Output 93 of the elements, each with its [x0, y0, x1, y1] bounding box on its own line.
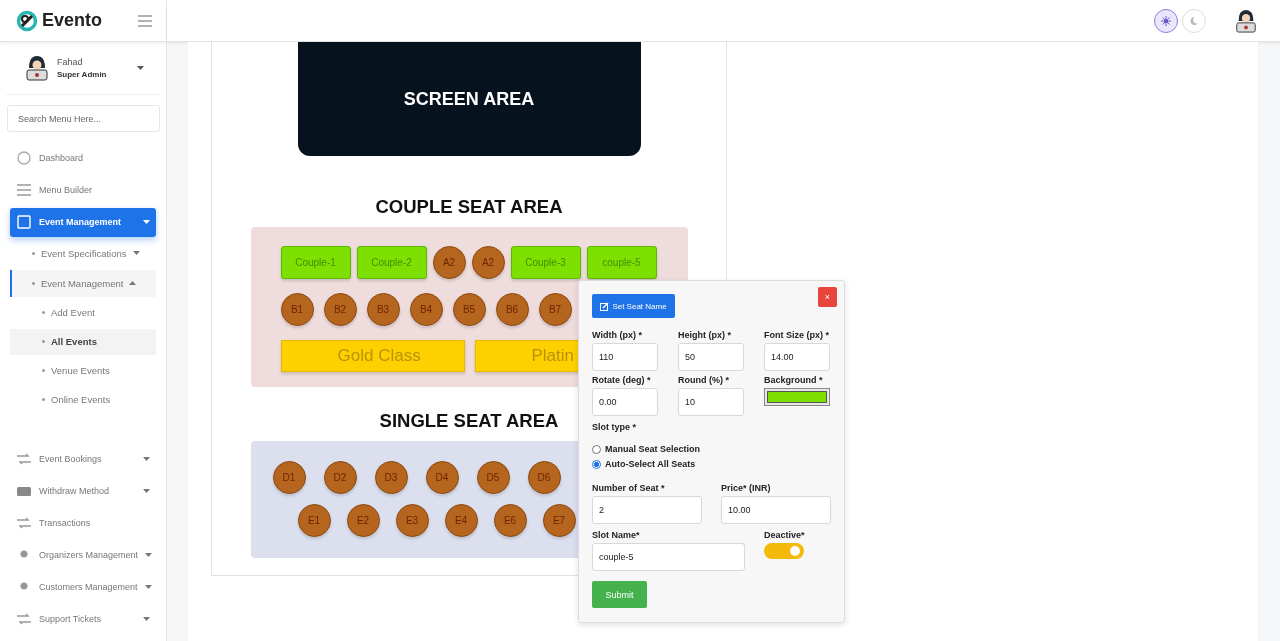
menu-item[interactable]: Customers Management [10, 572, 156, 601]
round-seat[interactable]: E2 [346, 504, 380, 537]
couple-seat[interactable]: Couple-1 [280, 246, 351, 279]
input-field[interactable]: 110 [592, 343, 658, 371]
brand-name: Evento [42, 10, 103, 31]
field-label: Number of Seat * [592, 483, 666, 493]
menu-item[interactable]: Event Management [10, 207, 156, 237]
round-seat[interactable]: D6 [527, 461, 561, 494]
round-seat[interactable]: B2 [323, 293, 357, 326]
menu-lines-icon [16, 183, 32, 197]
input-field[interactable]: 0.00 [592, 388, 658, 416]
round-seat[interactable]: B1 [280, 293, 314, 326]
radio-option[interactable]: Manual Seat Selection [592, 444, 831, 454]
couple-seat[interactable]: couple-5 [586, 246, 657, 279]
field-label: Background * [764, 375, 824, 385]
field-label: Deactive* [764, 530, 806, 540]
field-label: Slot Name* [592, 530, 641, 540]
input-field[interactable]: 10 [678, 388, 744, 416]
field-label: Height (px) * [678, 330, 732, 340]
avatar-icon [24, 54, 50, 82]
section-title: COUPLE SEAT AREA [375, 196, 563, 218]
bullet-icon [32, 251, 35, 255]
toggle-switch[interactable] [764, 543, 804, 559]
input-field[interactable]: 50 [678, 343, 744, 371]
bullet-icon [42, 311, 45, 314]
bullet-icon [42, 369, 45, 372]
menu-item[interactable]: Withdraw Method [10, 476, 156, 505]
round-seat[interactable]: B5 [452, 293, 486, 326]
round-seat[interactable]: D2 [323, 461, 357, 494]
round-seat[interactable]: B4 [409, 293, 443, 326]
round-seat[interactable]: D5 [476, 461, 510, 494]
dashboard-icon [16, 151, 32, 165]
input-field[interactable]: 10.00 [721, 496, 831, 524]
menu-item[interactable]: Event Bookings [10, 444, 156, 473]
round-seat[interactable]: B7 [538, 293, 572, 326]
round-seat[interactable]: A2 [471, 246, 505, 279]
menu-item[interactable]: Organizers Management [10, 540, 156, 569]
input-field[interactable]: 2 [592, 496, 702, 524]
input-field[interactable]: couple-5 [592, 543, 745, 571]
menu-item[interactable]: Menu Builder [10, 175, 156, 205]
close-button[interactable]: × [818, 287, 837, 307]
input-field[interactable]: 14.00 [764, 343, 830, 371]
radio-option[interactable]: Auto-Select All Seats [592, 459, 831, 469]
field-label: Round (%) * [678, 375, 730, 385]
submenu-item[interactable]: Add Event [10, 299, 156, 326]
couple-seat[interactable]: Couple-3 [510, 246, 581, 279]
round-seat[interactable]: E1 [297, 504, 331, 537]
caret-icon [132, 251, 140, 255]
menu-item[interactable]: Support Tickets [10, 604, 156, 633]
search-field[interactable]: Search Menu Here... [7, 105, 160, 132]
color-picker[interactable] [764, 388, 830, 406]
round-seat[interactable]: E6 [493, 504, 527, 537]
moon-icon [1189, 15, 1199, 26]
round-seat[interactable]: B3 [366, 293, 400, 326]
round-seat[interactable]: D4 [425, 461, 459, 494]
round-seat[interactable]: E3 [395, 504, 429, 537]
submenu-item[interactable]: Venue Events [10, 357, 156, 384]
submit-button[interactable]: Submit [592, 581, 647, 608]
round-seat[interactable]: D1 [272, 461, 306, 494]
set-seat-name-button[interactable]: Set Seat Name [592, 294, 675, 318]
bullet-icon [32, 281, 35, 285]
round-seat[interactable]: E7 [542, 504, 576, 537]
moon-toggle[interactable] [1182, 8, 1206, 33]
screen-area: SCREEN AREA [297, 42, 641, 156]
user-role: Super Admin [57, 70, 108, 79]
bullet-icon [42, 340, 45, 343]
submenu-item[interactable]: Event Management [10, 269, 156, 297]
caret-icon[interactable] [137, 66, 144, 70]
field-label: Price* (INR) [721, 483, 772, 493]
round-seat[interactable]: D3 [374, 461, 408, 494]
user-name: Fahad [57, 57, 84, 67]
field-label: Slot type * [592, 422, 637, 432]
submenu-item[interactable]: All Events [10, 328, 156, 355]
bullet-icon [42, 398, 45, 401]
round-seat[interactable]: E4 [444, 504, 478, 537]
menu-item[interactable]: Dashboard [10, 143, 156, 173]
field-label: Font Size (px) * [764, 330, 830, 340]
transfer-icon [16, 515, 32, 530]
field-label: Width (px) * [592, 330, 643, 340]
class-block[interactable]: Gold Class [280, 340, 465, 372]
menu-item[interactable]: Transactions [10, 508, 156, 537]
round-seat[interactable]: B6 [495, 293, 529, 326]
round-seat[interactable]: A2 [432, 246, 466, 279]
section-title: SINGLE SEAT AREA [379, 410, 559, 432]
field-label: Rotate (deg) * [592, 375, 652, 385]
sun-toggle[interactable] [1154, 8, 1178, 33]
caret-icon [129, 281, 137, 285]
edit-icon [600, 301, 610, 311]
logo-icon [16, 9, 38, 32]
submenu-item[interactable]: Event Specifications [10, 239, 156, 267]
sun-icon [1161, 15, 1171, 26]
submenu-item[interactable]: Online Events [10, 386, 156, 413]
couple-seat[interactable]: Couple-2 [356, 246, 427, 279]
